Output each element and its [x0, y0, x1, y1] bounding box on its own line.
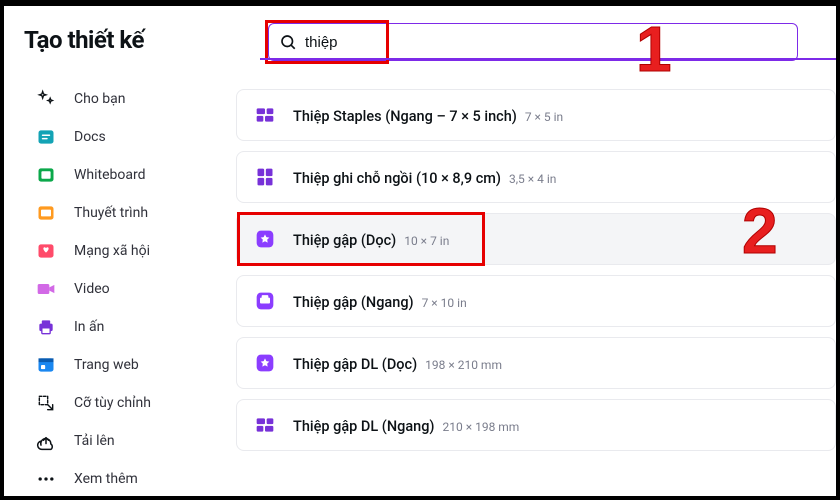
sidebar-item-label: Thuyết trình [74, 205, 148, 221]
sidebar-item-label: Tải lên [74, 433, 115, 449]
result-dimensions: 7 × 10 in [422, 296, 467, 310]
more-icon [36, 469, 56, 489]
results-list: Thiệp Staples (Ngang – 7 × 5 inch) 7 × 5… [230, 89, 836, 451]
result-folded-portrait[interactable]: Thiệp gập (Dọc) 10 × 7 in [236, 213, 836, 265]
sidebar-item-more[interactable]: Xem thêm [4, 460, 230, 498]
video-icon [36, 279, 56, 299]
template-type-icon [253, 289, 277, 313]
template-type-icon [253, 413, 277, 437]
main-panel: Thiệp Staples (Ngang – 7 × 5 inch) 7 × 5… [230, 6, 836, 496]
sidebar-nav: Cho bạn Docs Whiteboard Thuyết trình Mạn… [4, 80, 230, 498]
result-folded-landscape[interactable]: Thiệp gập (Ngang) 7 × 10 in [236, 275, 836, 327]
presentation-icon [36, 203, 56, 223]
result-title: Thiệp gập (Ngang) [293, 294, 414, 311]
template-type-icon [253, 103, 277, 127]
search-input[interactable] [305, 34, 787, 51]
whiteboard-icon [36, 165, 56, 185]
sidebar-item-label: Cỡ tùy chỉnh [74, 395, 151, 411]
template-type-icon [253, 227, 277, 251]
result-title: Thiệp gập DL (Ngang) [293, 418, 435, 435]
sidebar-item-print[interactable]: In ấn [4, 308, 230, 346]
sidebar-title: Tạo thiết kế [4, 26, 230, 80]
sidebar-item-label: Docs [74, 129, 106, 145]
result-dimensions: 7 × 5 in [525, 110, 563, 124]
sidebar-item-docs[interactable]: Docs [4, 118, 230, 156]
sidebar-item-label: Whiteboard [74, 167, 146, 183]
result-dimensions: 3,5 × 4 in [509, 172, 556, 186]
search-underline [260, 58, 836, 60]
docs-icon [36, 127, 56, 147]
sidebar-item-for-you[interactable]: Cho bạn [4, 80, 230, 118]
result-staples-landscape[interactable]: Thiệp Staples (Ngang – 7 × 5 inch) 7 × 5… [236, 89, 836, 141]
website-icon [36, 355, 56, 375]
result-title: Thiệp gập DL (Dọc) [293, 356, 417, 373]
social-icon [36, 241, 56, 261]
sidebar-item-label: Mạng xã hội [74, 243, 150, 259]
sidebar-item-label: Xem thêm [74, 471, 138, 487]
search-wrap [268, 23, 798, 61]
sidebar-item-upload[interactable]: Tải lên [4, 422, 230, 460]
upload-icon [36, 431, 56, 451]
result-folded-dl-portrait[interactable]: Thiệp gập DL (Dọc) 198 × 210 mm [236, 337, 836, 389]
sidebar-item-social[interactable]: Mạng xã hội [4, 232, 230, 270]
sidebar-item-label: Trang web [74, 357, 139, 373]
sidebar-item-whiteboard[interactable]: Whiteboard [4, 156, 230, 194]
template-type-icon [253, 351, 277, 375]
sidebar-item-label: Video [74, 281, 110, 297]
result-title: Thiệp ghi chỗ ngồi (10 × 8,9 cm) [293, 170, 501, 187]
result-dimensions: 210 × 198 mm [442, 420, 519, 434]
sidebar-item-label: In ấn [74, 319, 104, 335]
result-title: Thiệp Staples (Ngang – 7 × 5 inch) [293, 108, 517, 125]
customsize-icon [36, 393, 56, 413]
sidebar-item-website[interactable]: Trang web [4, 346, 230, 384]
sparkle-icon [36, 89, 56, 109]
sidebar-item-video[interactable]: Video [4, 270, 230, 308]
result-dimensions: 198 × 210 mm [425, 358, 502, 372]
search-icon [279, 33, 297, 51]
printer-icon [36, 317, 56, 337]
template-type-icon [253, 165, 277, 189]
search-field[interactable] [268, 23, 798, 61]
sidebar: Tạo thiết kế Cho bạn Docs Whiteboard Thu… [4, 6, 230, 496]
result-folded-dl-landscape[interactable]: Thiệp gập DL (Ngang) 210 × 198 mm [236, 399, 836, 451]
sidebar-item-custom-size[interactable]: Cỡ tùy chỉnh [4, 384, 230, 422]
sidebar-item-label: Cho bạn [74, 91, 126, 107]
result-title: Thiệp gập (Dọc) [293, 232, 396, 249]
app-frame: Tạo thiết kế Cho bạn Docs Whiteboard Thu… [0, 0, 840, 500]
result-place-card[interactable]: Thiệp ghi chỗ ngồi (10 × 8,9 cm) 3,5 × 4… [236, 151, 836, 203]
sidebar-item-presentation[interactable]: Thuyết trình [4, 194, 230, 232]
result-dimensions: 10 × 7 in [404, 234, 449, 248]
